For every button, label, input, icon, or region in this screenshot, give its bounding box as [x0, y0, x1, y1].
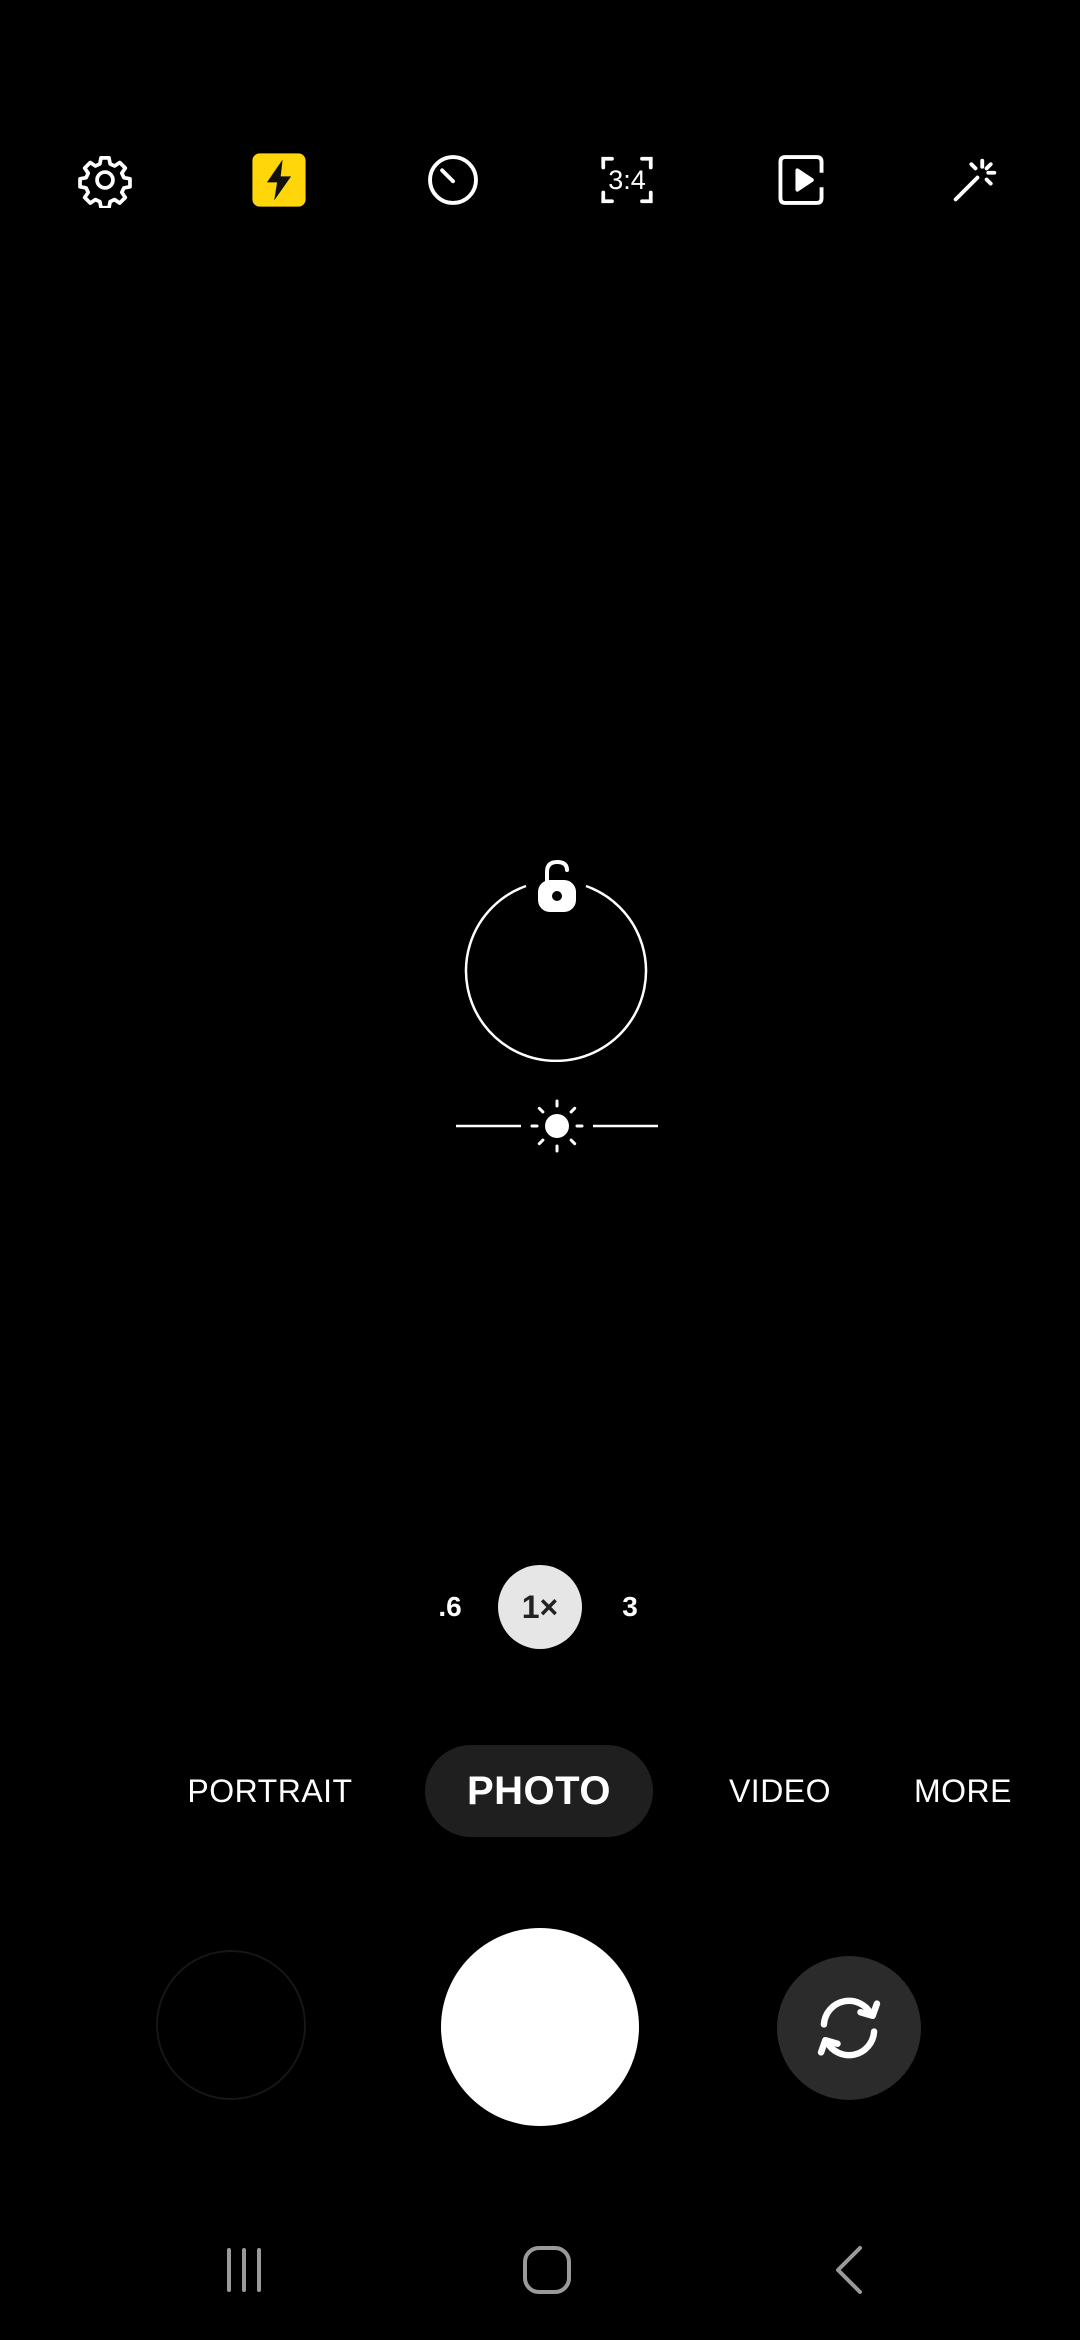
gear-icon: [78, 155, 132, 208]
zoom-3[interactable]: 3: [605, 1565, 655, 1649]
home-button[interactable]: [507, 2230, 587, 2310]
back-button[interactable]: [810, 2230, 890, 2310]
flash-icon: [252, 153, 306, 207]
recent-apps-button[interactable]: [204, 2230, 284, 2310]
magic-wand-icon: [953, 158, 997, 202]
zoom-0-6[interactable]: .6: [425, 1565, 475, 1649]
gallery-thumbnail[interactable]: [156, 1950, 306, 2100]
timer-icon: [428, 155, 478, 205]
timer-button[interactable]: [413, 140, 493, 220]
ratio-button[interactable]: 3:4: [587, 140, 667, 220]
unlock-icon[interactable]: [527, 856, 587, 916]
switch-camera-button[interactable]: [777, 1956, 921, 2100]
effects-button[interactable]: [935, 140, 1015, 220]
sun-icon: [530, 1099, 584, 1153]
shutter-button[interactable]: [441, 1928, 639, 2126]
motion-photo-icon: [778, 155, 824, 205]
home-icon: [523, 2246, 571, 2294]
motion-photo-button[interactable]: [761, 140, 841, 220]
mode-photo[interactable]: PHOTO: [425, 1745, 653, 1837]
zoom-1x[interactable]: 1×: [498, 1565, 582, 1649]
recent-apps-icon: [227, 2248, 261, 2292]
ratio-label: 3:4: [608, 164, 646, 195]
mode-portrait[interactable]: PORTRAIT: [175, 1745, 365, 1837]
mode-more[interactable]: MORE: [906, 1745, 1020, 1837]
switch-camera-icon: [817, 1997, 881, 2059]
settings-button[interactable]: [65, 140, 145, 220]
flash-button[interactable]: [239, 140, 319, 220]
exposure-slider[interactable]: [456, 1096, 658, 1156]
mode-video[interactable]: VIDEO: [720, 1745, 840, 1837]
back-icon: [836, 2246, 862, 2294]
